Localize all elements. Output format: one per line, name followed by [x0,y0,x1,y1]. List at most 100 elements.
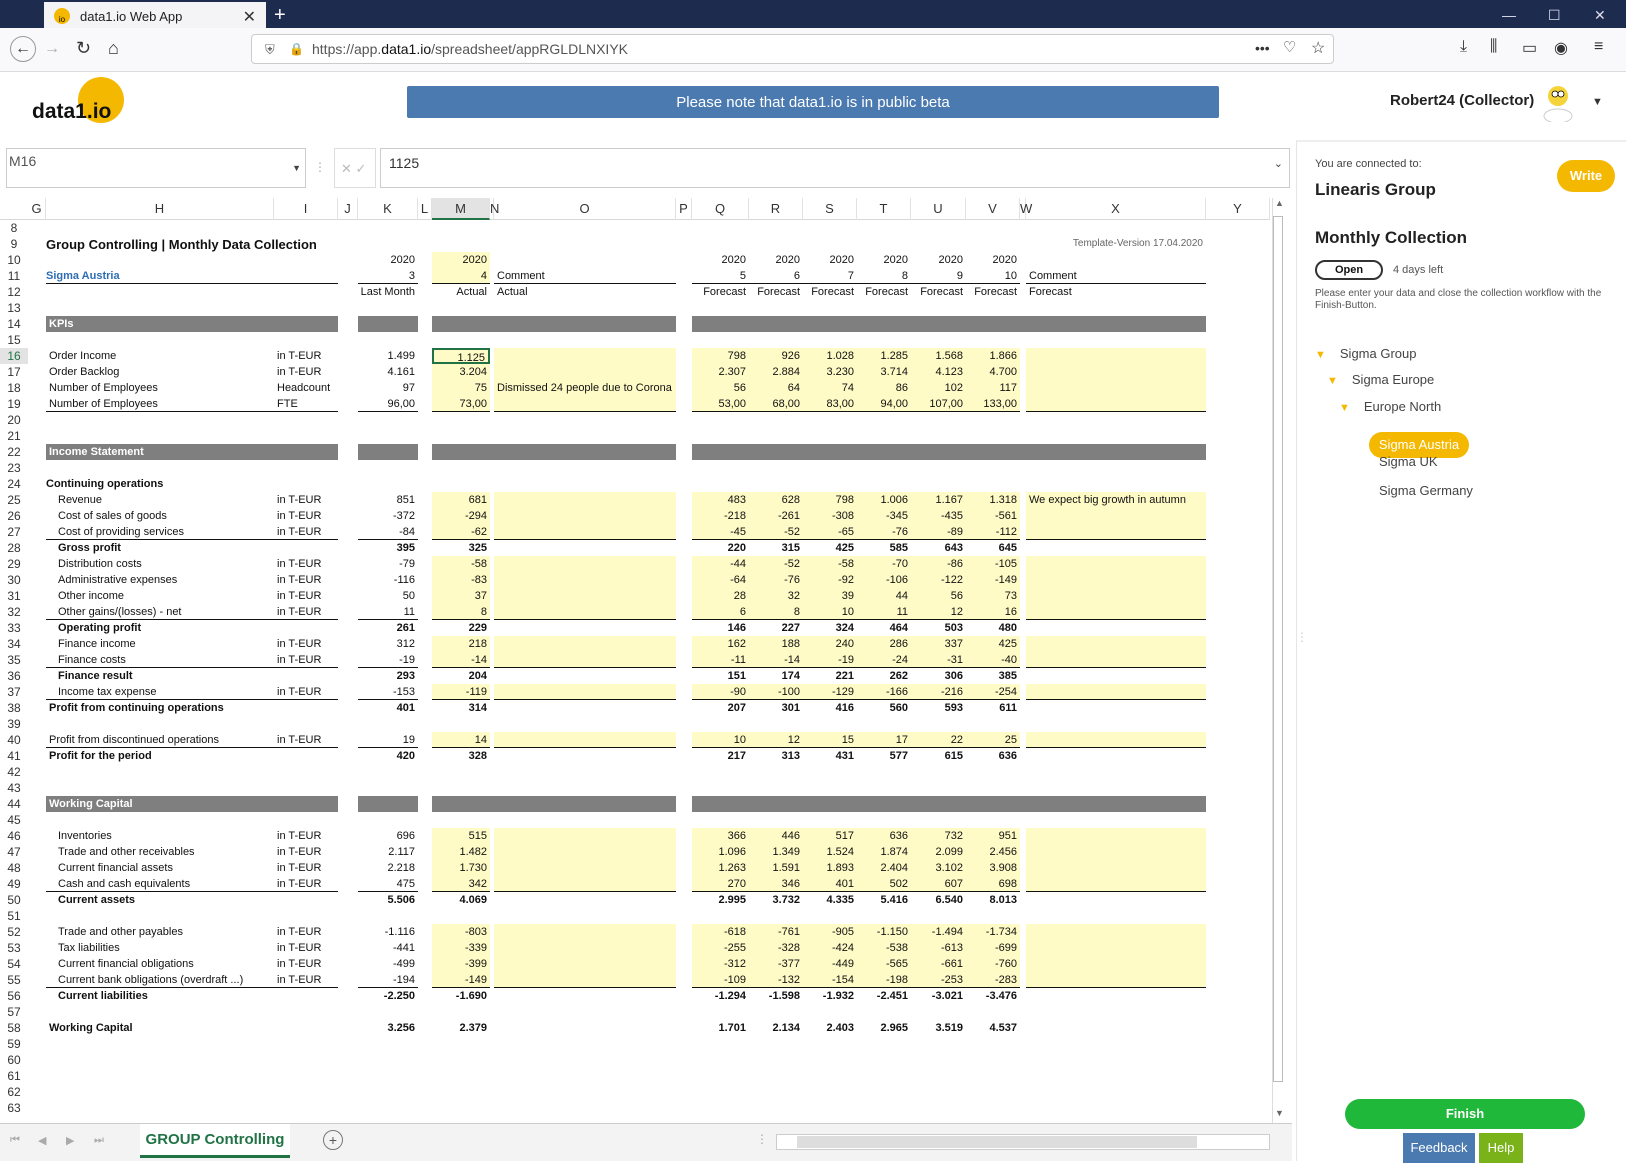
value-forecast[interactable]: -435 [911,508,966,524]
tree-item-sigma-group[interactable]: ▼ Sigma Group [1315,346,1416,361]
value-forecast[interactable]: 1.893 [803,860,857,876]
caret-down-icon[interactable]: ▼ [1339,402,1350,414]
value-forecast[interactable]: -1.598 [749,988,803,1004]
comment-forecast[interactable] [1026,860,1206,876]
first-sheet-icon[interactable]: ⏮ [10,1134,20,1147]
comment-actual[interactable] [494,828,676,844]
sidebar-toggle-icon[interactable]: ▭ [1522,38,1537,58]
line-unit[interactable]: in T-EUR [274,636,338,652]
value-actual[interactable]: 325 [432,540,490,556]
comment-actual[interactable] [494,876,676,892]
library-icon[interactable]: ⫼ [1490,38,1497,56]
comment-forecast[interactable] [1026,364,1206,380]
line-label[interactable]: Administrative expenses [46,572,274,588]
line-label[interactable]: Number of Employees [46,396,274,412]
line-label[interactable]: Order Backlog [46,364,274,380]
value-forecast[interactable]: -89 [911,524,966,540]
value-last-month[interactable]: -153 [358,684,418,700]
comment-actual[interactable] [494,604,676,620]
line-label[interactable]: Revenue [46,492,274,508]
caret-down-icon[interactable]: ▼ [1327,375,1338,387]
value-last-month[interactable]: -372 [358,508,418,524]
comment-actual[interactable] [494,956,676,972]
value-forecast[interactable]: -24 [857,652,911,668]
value-forecast[interactable]: 431 [803,748,857,764]
section-bar[interactable] [692,316,1206,332]
value-forecast[interactable]: 207 [692,700,749,716]
menu-icon[interactable]: ≡ [1594,38,1603,56]
value-forecast[interactable]: 2.884 [749,364,803,380]
value-forecast[interactable]: 324 [803,620,857,636]
comment-actual[interactable] [494,524,676,540]
value-forecast[interactable]: -328 [749,940,803,956]
column-header-j[interactable]: J [338,198,358,220]
value-actual[interactable]: 75 [432,380,490,396]
section-bar[interactable] [432,316,676,332]
value-forecast[interactable]: 4.123 [911,364,966,380]
value-forecast[interactable]: -100 [749,684,803,700]
value-forecast[interactable]: 86 [857,380,911,396]
line-label[interactable]: Trade and other payables [46,924,274,940]
value-forecast[interactable]: 83,00 [803,396,857,412]
comment-actual[interactable] [494,492,676,508]
value-forecast[interactable]: -132 [749,972,803,988]
comment-actual[interactable] [494,988,676,1004]
value-forecast[interactable]: 64 [749,380,803,396]
value-forecast[interactable]: 11 [857,604,911,620]
value-forecast[interactable]: -1.932 [803,988,857,1004]
value-forecast[interactable]: -70 [857,556,911,572]
tree-item-europe-north[interactable]: ▼ Europe North [1339,399,1441,414]
value-last-month[interactable]: 97 [358,380,418,396]
value-actual[interactable]: 204 [432,668,490,684]
value-forecast[interactable]: 227 [749,620,803,636]
value-forecast[interactable]: -561 [966,508,1020,524]
line-label[interactable]: Finance result [46,668,274,684]
browser-tab[interactable]: io data1.io Web App ✕ [44,2,266,30]
value-forecast[interactable]: 56 [911,588,966,604]
comment-forecast[interactable] [1026,604,1206,620]
value-forecast[interactable]: -761 [749,924,803,940]
formula-cancel-confirm[interactable]: ✕ ✓ [334,148,376,188]
value-forecast[interactable]: -149 [966,572,1020,588]
tree-item-sigma-uk[interactable]: Sigma UK [1379,454,1438,469]
value-forecast[interactable]: 8 [749,604,803,620]
value-forecast[interactable]: 8.013 [966,892,1020,908]
value-forecast[interactable]: 188 [749,636,803,652]
column-header-o[interactable]: O [494,198,676,220]
write-button[interactable]: Write [1557,160,1615,192]
actual-comment-label[interactable]: Actual [494,284,676,300]
value-forecast[interactable]: 798 [803,492,857,508]
user-name[interactable]: Robert24 (Collector) [1390,92,1534,109]
value-forecast[interactable]: 286 [857,636,911,652]
comment-forecast[interactable] [1026,956,1206,972]
last-month-label[interactable]: Last Month [358,284,418,300]
column-header-i[interactable]: I [274,198,338,220]
value-forecast[interactable]: 1.285 [857,348,911,364]
value-forecast[interactable]: 346 [749,876,803,892]
value-forecast[interactable]: 221 [803,668,857,684]
forecast-label[interactable]: Forecast [692,284,749,300]
line-label[interactable]: Cash and cash equivalents [46,876,274,892]
value-forecast[interactable]: -76 [857,524,911,540]
value-actual[interactable]: -14 [432,652,490,668]
value-forecast[interactable]: 951 [966,828,1020,844]
value-actual[interactable]: 218 [432,636,490,652]
comment-actual[interactable] [494,748,676,764]
line-unit[interactable] [274,620,338,636]
value-actual[interactable]: -83 [432,572,490,588]
value-forecast[interactable]: 464 [857,620,911,636]
value-forecast[interactable]: 22 [911,732,966,748]
value-forecast[interactable]: -3.021 [911,988,966,1004]
section-bar[interactable] [358,796,418,812]
forecast-label[interactable]: Forecast [857,284,911,300]
value-forecast[interactable]: 10 [803,604,857,620]
value-forecast[interactable]: 3.732 [749,892,803,908]
section-bar[interactable] [692,796,1206,812]
line-label[interactable]: Other gains/(losses) - net [46,604,274,620]
comment-actual[interactable] [494,508,676,524]
column-header-h[interactable]: H [46,198,274,220]
download-icon[interactable]: ⤓ [1460,38,1467,56]
value-forecast[interactable]: 74 [803,380,857,396]
month-fc[interactable]: 8 [857,268,911,284]
value-actual[interactable]: -58 [432,556,490,572]
